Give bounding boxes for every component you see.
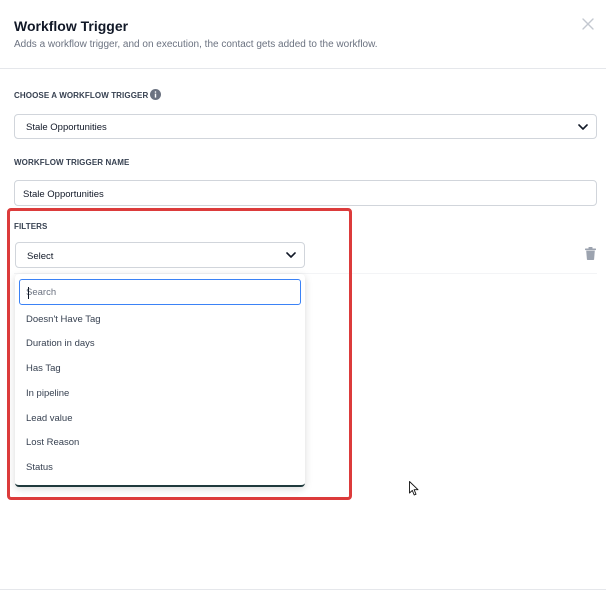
trigger-select-value: Stale Opportunities — [26, 122, 107, 133]
dropdown-option[interactable]: Duration in days — [15, 333, 305, 355]
trigger-choice-label: CHOOSE A WORKFLOW TRIGGER — [14, 91, 149, 100]
dropdown-option-label: Lost Reason — [26, 437, 80, 448]
dropdown-option-label: Has Tag — [26, 363, 61, 374]
dropdown-option[interactable]: In pipeline — [15, 383, 305, 405]
dropdown-option-label: Duration in days — [26, 338, 95, 349]
dropdown-option[interactable]: Has Tag — [15, 358, 305, 380]
trigger-name-input[interactable]: Stale Opportunities — [14, 180, 597, 206]
chevron-down-icon — [578, 124, 588, 130]
panel-title: Workflow Trigger — [14, 18, 129, 34]
trash-icon[interactable] — [585, 247, 596, 260]
dropdown-option-label: Doesn't Have Tag — [26, 314, 101, 325]
trigger-name-value: Stale Opportunities — [23, 189, 104, 200]
dropdown-option[interactable]: Status — [15, 457, 305, 479]
filter-search-field[interactable] — [19, 279, 301, 305]
trigger-select[interactable]: Stale Opportunities — [14, 114, 597, 139]
panel-subtitle: Adds a workflow trigger, and on executio… — [14, 39, 378, 50]
text-caret — [28, 287, 29, 299]
filters-label: FILTERS — [14, 222, 48, 231]
info-icon[interactable] — [150, 89, 161, 100]
filter-search-input[interactable] — [26, 285, 294, 299]
filter-dropdown-menu: Doesn't Have Tag Duration in days Has Ta… — [15, 274, 305, 487]
panel-header: Workflow Trigger Adds a workflow trigger… — [0, 0, 606, 69]
filter-select[interactable]: Select — [15, 242, 305, 268]
chevron-down-icon — [286, 252, 296, 258]
workflow-trigger-panel: Workflow Trigger Adds a workflow trigger… — [0, 0, 606, 599]
dropdown-option-label: Status — [26, 462, 53, 473]
dropdown-option-label: Lead value — [26, 413, 73, 424]
dropdown-option[interactable]: Lost Reason — [15, 432, 305, 454]
footer-divider — [0, 589, 606, 590]
mouse-cursor-icon — [409, 481, 419, 496]
dropdown-option-label: In pipeline — [26, 388, 70, 399]
filter-select-value: Select — [27, 251, 54, 262]
close-icon[interactable] — [581, 17, 595, 31]
dropdown-option[interactable]: Doesn't Have Tag — [15, 309, 305, 331]
dropdown-option[interactable]: Lead value — [15, 408, 305, 430]
trigger-name-label: WORKFLOW TRIGGER NAME — [14, 158, 130, 167]
